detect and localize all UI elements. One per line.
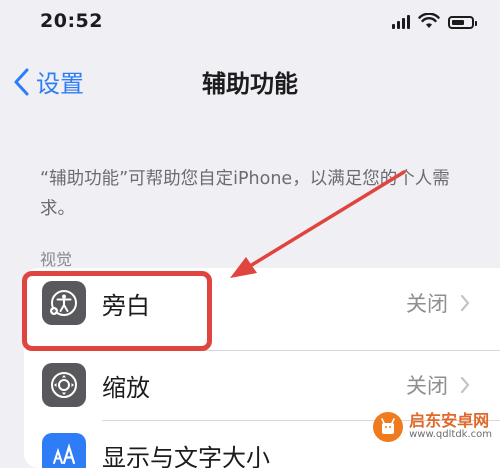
zoom-icon [42,363,86,407]
watermark-url: www.qdltdk.com [409,430,492,441]
watermark-logo-icon [373,412,403,442]
nav-bar: 设置 辅助功能 [0,50,500,110]
watermark-title: 启东安卓网 [409,413,492,430]
display-text-size-icon [42,433,86,468]
description-text: “辅助功能”可帮助您自定iPhone，以满足您的个人需求。 [40,164,460,224]
row-zoom[interactable]: 缩放 关闭 [24,350,500,420]
section-header-vision: 视觉 [40,246,72,270]
status-time: 20:52 [40,10,103,32]
wifi-icon [418,13,440,29]
highlight-box [22,271,212,351]
page-title: 辅助功能 [0,64,500,99]
row-label: 显示与文字大小 [102,438,270,468]
status-bar: 20:52 [0,0,500,44]
row-value: 关闭 [406,288,448,318]
row-value: 关闭 [406,370,448,400]
row-label: 缩放 [102,368,150,403]
chevron-right-icon [460,376,470,394]
battery-icon [448,16,474,29]
watermark: 启东安卓网 www.qdltdk.com [373,412,492,442]
status-icons [392,13,474,29]
chevron-right-icon [460,294,470,312]
signal-icon [392,14,410,29]
